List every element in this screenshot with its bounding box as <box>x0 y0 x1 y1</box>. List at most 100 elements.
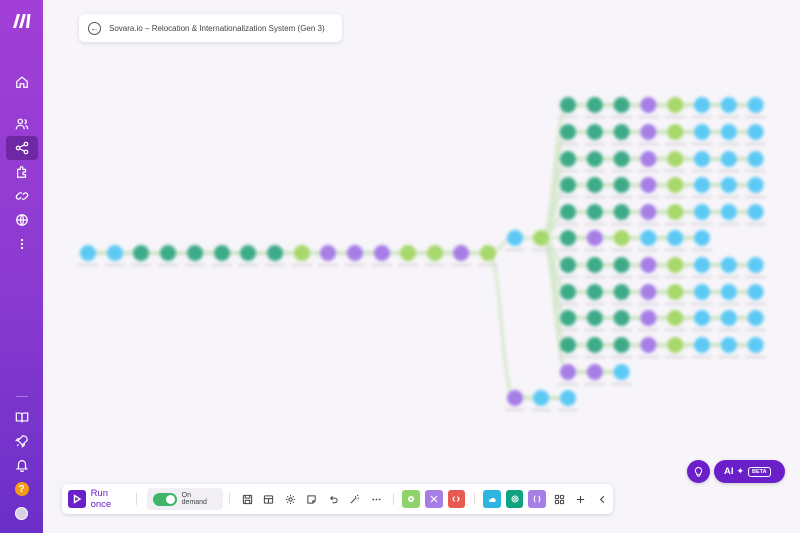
settings-gear-icon[interactable] <box>279 488 301 510</box>
module-node[interactable] <box>586 204 603 220</box>
save-icon[interactable] <box>236 488 258 510</box>
error-handler-icon[interactable] <box>447 490 466 508</box>
notes-icon[interactable] <box>301 488 323 510</box>
help-icon[interactable]: ? <box>6 477 38 501</box>
bell-icon[interactable] <box>6 453 38 477</box>
module-node[interactable] <box>640 97 657 113</box>
module-node[interactable] <box>133 245 149 261</box>
module-node[interactable] <box>640 124 657 140</box>
schedule-toggle[interactable] <box>153 492 177 506</box>
module-node[interactable] <box>240 245 256 261</box>
module-node[interactable] <box>720 337 737 353</box>
module-node[interactable] <box>640 177 657 193</box>
flow-control-icon[interactable] <box>425 490 443 508</box>
tools-gear-icon[interactable] <box>402 490 421 508</box>
module-node[interactable] <box>586 337 603 353</box>
lightbulb-button[interactable] <box>687 460 710 483</box>
home-icon[interactable] <box>6 70 38 94</box>
json-icon[interactable] <box>528 490 546 508</box>
module-node[interactable] <box>747 310 764 326</box>
module-node[interactable] <box>667 124 684 140</box>
module-node[interactable] <box>747 97 764 113</box>
module-node[interactable] <box>720 97 737 113</box>
schedule-control[interactable]: On demand <box>147 488 224 510</box>
module-node[interactable] <box>480 245 496 261</box>
magic-wand-icon[interactable] <box>344 488 366 510</box>
module-node[interactable] <box>667 151 684 167</box>
module-node[interactable] <box>720 204 737 220</box>
module-node[interactable] <box>640 204 657 220</box>
module-node[interactable] <box>586 364 603 380</box>
module-node[interactable] <box>613 177 630 193</box>
module-node[interactable] <box>667 97 684 113</box>
openai-icon[interactable] <box>505 490 524 508</box>
module-node[interactable] <box>720 257 737 273</box>
module-node[interactable] <box>694 337 710 353</box>
module-node[interactable] <box>560 390 576 406</box>
module-node[interactable] <box>747 177 764 193</box>
rocket-icon[interactable] <box>6 429 38 453</box>
module-node[interactable] <box>507 230 523 246</box>
module-node[interactable] <box>613 97 630 113</box>
module-node[interactable] <box>694 204 710 220</box>
module-node[interactable] <box>667 230 684 246</box>
module-node[interactable] <box>586 284 603 300</box>
module-node[interactable] <box>694 97 710 113</box>
module-node[interactable] <box>453 245 469 261</box>
module-node[interactable] <box>586 310 603 326</box>
module-node[interactable] <box>613 204 630 220</box>
module-node[interactable] <box>613 151 630 167</box>
module-node[interactable] <box>694 177 710 193</box>
module-node[interactable] <box>747 151 764 167</box>
module-node[interactable] <box>560 97 576 113</box>
ai-assistant-button[interactable]: AI ✦ BETA <box>714 460 785 483</box>
collapse-chevron-icon[interactable] <box>592 488 614 510</box>
module-node[interactable] <box>347 245 363 261</box>
module-node[interactable] <box>667 310 684 326</box>
module-node[interactable] <box>613 230 630 246</box>
module-node[interactable] <box>613 337 630 353</box>
module-node[interactable] <box>294 245 310 261</box>
module-node[interactable] <box>667 257 684 273</box>
module-node[interactable] <box>667 337 684 353</box>
module-node[interactable] <box>640 284 657 300</box>
module-node[interactable] <box>586 124 603 140</box>
add-module-icon[interactable] <box>570 488 592 510</box>
module-node[interactable] <box>533 390 549 406</box>
module-node[interactable] <box>747 204 764 220</box>
module-node[interactable] <box>667 177 684 193</box>
module-node[interactable] <box>720 310 737 326</box>
module-node[interactable] <box>613 310 630 326</box>
module-node[interactable] <box>720 151 737 167</box>
module-node[interactable] <box>613 257 630 273</box>
module-node[interactable] <box>533 230 549 246</box>
module-node[interactable] <box>560 364 576 380</box>
module-node[interactable] <box>694 284 710 300</box>
module-node[interactable] <box>560 151 576 167</box>
link-icon[interactable] <box>6 184 38 208</box>
module-node[interactable] <box>400 245 416 261</box>
module-node[interactable] <box>640 230 657 246</box>
more-horizontal-icon[interactable] <box>365 488 387 510</box>
cloud-app-icon[interactable] <box>483 490 501 508</box>
module-node[interactable] <box>560 337 576 353</box>
module-node[interactable] <box>586 257 603 273</box>
data-structure-icon[interactable] <box>258 488 280 510</box>
module-node[interactable] <box>560 257 576 273</box>
module-node[interactable] <box>560 310 576 326</box>
module-node[interactable] <box>586 151 603 167</box>
module-node[interactable] <box>747 284 764 300</box>
module-node[interactable] <box>586 230 603 246</box>
module-node[interactable] <box>507 390 523 406</box>
apps-grid-icon[interactable] <box>549 488 571 510</box>
module-node[interactable] <box>427 245 443 261</box>
module-node[interactable] <box>720 124 737 140</box>
module-node[interactable] <box>560 204 576 220</box>
module-node[interactable] <box>107 245 123 261</box>
avatar[interactable] <box>6 501 38 525</box>
scenario-graph[interactable] <box>43 0 800 533</box>
more-vertical-icon[interactable] <box>6 232 38 256</box>
module-node[interactable] <box>694 230 710 246</box>
module-node[interactable] <box>613 124 630 140</box>
module-node[interactable] <box>694 124 710 140</box>
